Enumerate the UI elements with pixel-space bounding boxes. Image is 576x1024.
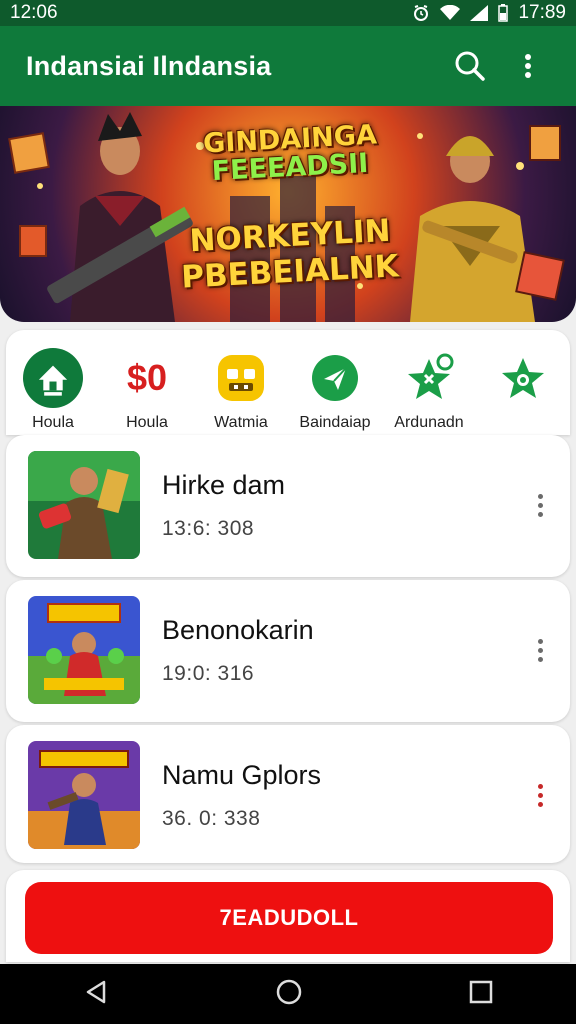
wifi-icon — [440, 5, 461, 21]
list-item[interactable]: Namu Gplors 36. 0: 338 — [6, 725, 570, 863]
promo-banner[interactable]: GINDAINGA FEEEADSII NORKEYLIN PBEBEIALNK — [0, 106, 576, 322]
category-extra[interactable] — [476, 330, 570, 435]
game-thumbnail — [28, 741, 140, 849]
send-icon — [305, 348, 365, 408]
recents-icon[interactable] — [468, 979, 494, 1010]
game-subtitle: 36. 0: 338 — [162, 806, 261, 830]
home-icon — [23, 348, 83, 408]
app-title: Indansiai Ilndansia — [26, 50, 272, 81]
app-bar: Indansiai Ilndansia — [0, 26, 576, 106]
star-badge-icon — [493, 348, 553, 408]
alarm-icon — [412, 4, 430, 22]
item-more-button[interactable] — [510, 783, 570, 807]
status-bar: 12:06 17:89 — [0, 0, 576, 26]
game-thumbnail — [28, 596, 140, 704]
category-label: Baindaiap — [299, 414, 371, 431]
category-label: Houla — [126, 414, 168, 431]
game-title: Benonokarin — [162, 614, 314, 645]
category-ardunadn[interactable]: Ardunadn — [382, 330, 476, 435]
game-title: Hirke dam — [162, 469, 286, 500]
game-subtitle: 13:6: 308 — [162, 516, 255, 540]
primary-action-button[interactable]: 7EADUDOLL — [25, 882, 553, 954]
star-icon — [399, 348, 459, 408]
home-circle-icon[interactable] — [275, 978, 303, 1011]
overflow-menu-button[interactable] — [506, 44, 550, 88]
search-icon — [455, 51, 485, 81]
dollar-value: $0 — [126, 357, 168, 398]
game-thumbnail — [28, 451, 140, 559]
footer-panel: 7EADUDOLL — [6, 870, 570, 962]
game-subtitle: 19:0: 316 — [162, 661, 255, 685]
category-bar: Houla $0 Houla Watmia Baindaiap Ardunadn — [6, 330, 570, 435]
list-item[interactable]: Benonokarin 19:0: 316 — [6, 580, 570, 722]
robot-face-icon — [211, 348, 271, 408]
category-watmia[interactable]: Watmia — [194, 330, 288, 435]
category-baindaiap[interactable]: Baindaiap — [288, 330, 382, 435]
more-vert-icon — [525, 54, 531, 78]
dollar-icon: $0 — [117, 348, 177, 408]
list-item[interactable]: Hirke dam 13:6: 308 — [6, 435, 570, 577]
battery-icon — [498, 4, 509, 22]
search-button[interactable] — [448, 44, 492, 88]
category-label: Ardunadn — [394, 414, 464, 431]
back-icon[interactable] — [82, 978, 110, 1011]
item-more-button[interactable] — [510, 493, 570, 517]
category-home[interactable]: Houla — [6, 330, 100, 435]
category-label: Watmia — [214, 414, 268, 431]
status-time-left: 12:06 — [10, 2, 58, 23]
status-time-right: 17:89 — [518, 2, 566, 23]
category-dollar[interactable]: $0 Houla — [100, 330, 194, 435]
signal-icon — [470, 5, 489, 21]
system-nav-bar — [0, 964, 576, 1024]
item-more-button[interactable] — [510, 638, 570, 662]
game-title: Namu Gplors — [162, 759, 322, 790]
category-label: Houla — [32, 414, 74, 431]
